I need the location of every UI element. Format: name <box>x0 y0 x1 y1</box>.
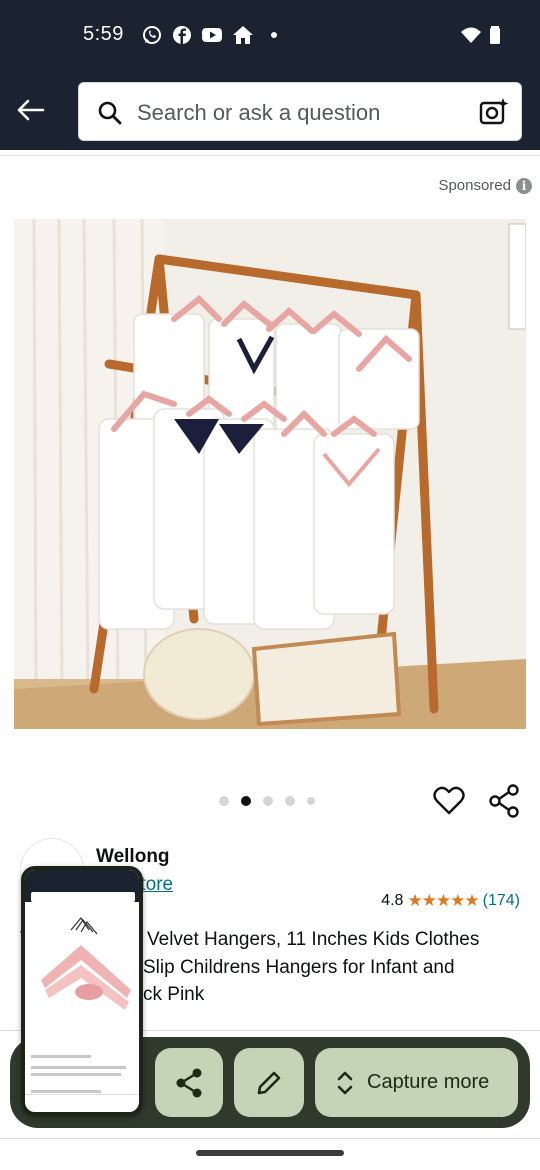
edit-screenshot-button[interactable] <box>234 1048 304 1117</box>
pencil-icon <box>257 1071 281 1094</box>
star-rating-icon: ★★★★★ <box>407 891 479 910</box>
whatsapp-icon <box>143 26 161 44</box>
arrow-left-icon <box>17 99 45 121</box>
thumbnail-text-line <box>31 1055 91 1058</box>
screenshot-thumbnail[interactable] <box>21 866 143 1116</box>
bottom-divider <box>0 1138 540 1139</box>
home-icon <box>233 26 253 44</box>
carousel-dot[interactable] <box>285 796 295 806</box>
battery-icon <box>490 26 500 44</box>
search-icon <box>98 101 122 125</box>
facebook-icon <box>173 26 191 44</box>
back-button[interactable] <box>12 92 48 128</box>
carousel-dot-active[interactable] <box>241 796 251 806</box>
share-icon[interactable] <box>488 784 520 818</box>
youtube-icon <box>202 28 222 42</box>
sponsored-label[interactable]: Sponsored i <box>438 177 532 194</box>
thumbnail-text-line <box>31 1066 126 1069</box>
capture-more-label: Capture more <box>367 1071 490 1093</box>
wifi-icon <box>461 27 481 43</box>
carousel-dot[interactable] <box>219 796 229 806</box>
heart-icon[interactable] <box>432 784 466 818</box>
dot-icon <box>271 32 277 38</box>
info-icon[interactable]: i <box>516 177 532 194</box>
thumbnail-search <box>31 892 135 902</box>
status-time: 5:59 <box>83 23 124 45</box>
product-image[interactable] <box>14 219 526 729</box>
clothes-rack-photo <box>14 219 526 729</box>
capture-more-button[interactable]: Capture more <box>315 1048 518 1117</box>
thumbnail-text-line <box>31 1073 121 1076</box>
gesture-home-bar[interactable] <box>196 1150 344 1156</box>
expand-vertical-icon <box>337 1071 353 1094</box>
thumbnail-text-line <box>31 1090 101 1093</box>
status-bar: 5:59 <box>0 0 540 70</box>
sponsored-text: Sponsored <box>438 177 511 194</box>
search-input[interactable]: Search or ask a question <box>137 100 380 126</box>
top-app-bar: 5:59 Search or ask a question <box>0 0 540 150</box>
rating-summary[interactable]: 4.8 ★★★★★ (174) <box>381 891 520 911</box>
thumbnail-hangers-image <box>31 910 137 1035</box>
header-divider <box>0 150 540 156</box>
title-line-1: Velvet Hangers, 11 Inches Kids Clothes <box>147 929 480 950</box>
rating-value: 4.8 <box>381 892 404 909</box>
thumbnail-nav <box>25 1094 139 1112</box>
carousel-dots[interactable] <box>219 796 315 806</box>
brand-name: Wellong <box>96 846 170 867</box>
rating-count[interactable]: (174) <box>483 892 520 910</box>
search-bar[interactable]: Search or ask a question <box>78 82 522 141</box>
camera-search-icon[interactable] <box>479 97 509 127</box>
share-icon <box>176 1068 202 1097</box>
carousel-dot[interactable] <box>307 797 315 805</box>
carousel-dot[interactable] <box>263 796 273 806</box>
share-screenshot-button[interactable] <box>155 1048 223 1117</box>
